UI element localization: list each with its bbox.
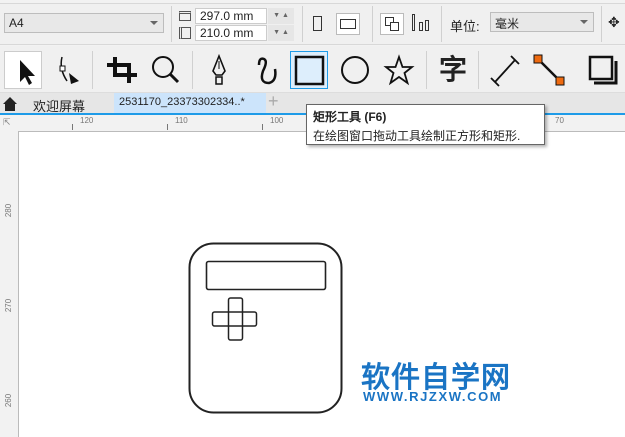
drop-shadow-tool-button[interactable] xyxy=(584,51,622,89)
curve-icon xyxy=(257,57,277,85)
current-page-button[interactable] xyxy=(411,14,431,32)
cross-horizontal-bar[interactable] xyxy=(211,311,258,327)
tooltip-body: 在绘图窗口拖动工具绘制正方形和矩形. xyxy=(313,129,521,143)
zoom-tool-button[interactable] xyxy=(146,51,184,89)
crop-tool-button[interactable] xyxy=(103,51,141,89)
rectangle-tool-button[interactable] xyxy=(290,51,328,89)
portrait-button[interactable] xyxy=(313,16,322,31)
page-height-spinner[interactable]: ▼ ▲ xyxy=(268,25,294,41)
divider xyxy=(478,51,479,89)
home-icon[interactable] xyxy=(2,96,18,112)
ellipse-tool-button[interactable] xyxy=(336,51,374,89)
divider xyxy=(601,6,602,42)
shape-tool-button[interactable] xyxy=(47,51,85,89)
landscape-button[interactable] xyxy=(336,13,360,35)
tooltip: 矩形工具 (F6) 在绘图窗口拖动工具绘制正方形和矩形. xyxy=(306,104,545,145)
ruler-label: 110 xyxy=(175,116,188,125)
ruler-label: 70 xyxy=(555,116,564,125)
page-width-icon xyxy=(179,11,191,21)
add-tab-button[interactable]: + xyxy=(268,91,279,112)
ruler-label: 270 xyxy=(4,298,14,313)
crop-icon xyxy=(107,57,137,83)
pointer-icon xyxy=(20,60,35,85)
chevron-down-icon xyxy=(150,21,158,25)
screen-rectangle[interactable] xyxy=(205,260,327,291)
page-width-spinner[interactable]: ▼ ▲ xyxy=(268,8,294,24)
dimension-tool-button[interactable] xyxy=(486,51,524,89)
pen-nib-icon xyxy=(212,53,226,85)
divider xyxy=(372,6,373,42)
ruler-label: 260 xyxy=(4,393,14,408)
tab-document[interactable]: 2531170_23373302334..* xyxy=(114,93,266,113)
pick-tool-button[interactable] xyxy=(4,51,42,89)
chevron-down-icon xyxy=(580,20,588,24)
vertical-ruler xyxy=(0,131,18,437)
tooltip-title: 矩形工具 (F6) xyxy=(313,110,387,124)
drop-shadow-icon xyxy=(588,55,618,85)
page-size-value: A4 xyxy=(9,16,24,30)
text-icon: 字 xyxy=(438,54,467,85)
magnifier-icon xyxy=(152,56,180,84)
units-label: 单位: xyxy=(450,19,480,34)
units-select[interactable]: 毫米 xyxy=(490,12,594,32)
nudge-icon[interactable]: ✥ xyxy=(608,14,620,31)
all-pages-button[interactable] xyxy=(380,13,404,35)
ruler-label: 100 xyxy=(270,116,284,125)
ellipse-icon xyxy=(341,56,369,84)
text-tool-button[interactable]: 字 xyxy=(434,51,472,89)
freehand-tool-button[interactable] xyxy=(245,51,283,89)
connector-tool-button[interactable] xyxy=(530,51,568,89)
units-value: 毫米 xyxy=(495,17,520,31)
divider xyxy=(171,6,172,42)
ruler-label: 120 xyxy=(80,116,94,125)
rectangle-icon xyxy=(294,55,325,86)
shape-node-icon xyxy=(59,56,79,84)
ruler-label: 280 xyxy=(4,203,14,218)
page-height-input[interactable]: 210.0 mm xyxy=(195,25,267,41)
divider xyxy=(302,6,303,42)
watermark-url: WWW.RJZXW.COM xyxy=(363,389,503,404)
ruler-origin-icon[interactable]: ⇱ xyxy=(3,117,11,128)
divider xyxy=(92,51,93,89)
dimension-line-icon xyxy=(490,55,520,87)
page-width-input[interactable]: 297.0 mm xyxy=(195,8,267,24)
drawing-shapes xyxy=(188,242,343,414)
polygon-tool-button[interactable] xyxy=(380,51,418,89)
outer-rounded-rectangle[interactable] xyxy=(188,242,343,414)
page-height-icon xyxy=(179,27,191,39)
page-size-select[interactable]: A4 xyxy=(4,13,164,33)
pen-tool-button[interactable] xyxy=(200,51,238,89)
cross-vertical-bar[interactable] xyxy=(227,297,244,341)
star-icon xyxy=(383,54,415,86)
divider xyxy=(426,51,427,89)
divider xyxy=(192,51,193,89)
connector-icon xyxy=(533,54,565,86)
divider xyxy=(441,6,442,42)
